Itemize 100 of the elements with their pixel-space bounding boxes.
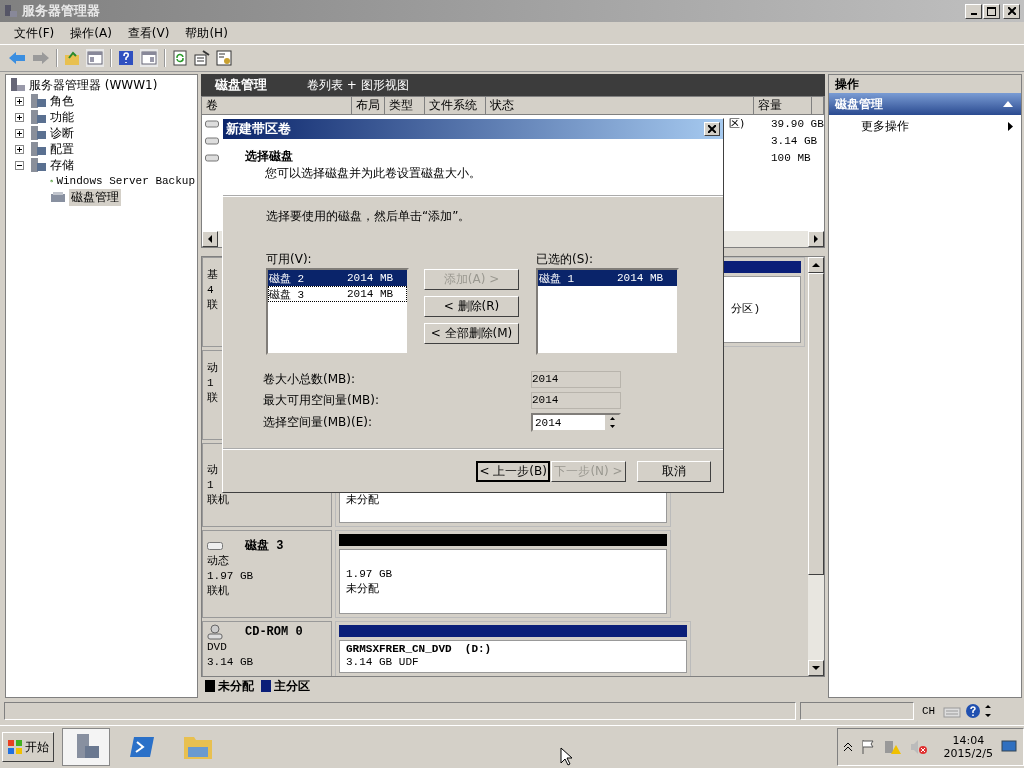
column-header[interactable]: 卷 <box>202 97 352 114</box>
column-header[interactable]: 状态 <box>486 97 754 114</box>
maximize-button[interactable] <box>983 3 1000 19</box>
table-cell: 39.90 GB <box>771 117 824 130</box>
menu-item[interactable]: 文件(F) <box>6 24 63 42</box>
expander-icon[interactable] <box>15 144 24 154</box>
tree-item[interactable]: 诊断 <box>50 124 74 142</box>
minimize-button[interactable] <box>965 3 982 19</box>
tree-item[interactable]: 角色 <box>50 92 74 110</box>
refresh-icon[interactable] <box>172 50 188 66</box>
drive-icon <box>205 118 219 129</box>
list-item[interactable]: 磁盘 3 2014 MB <box>268 286 407 302</box>
available-disk-list[interactable]: 磁盘 2 2014 MB 磁盘 3 2014 MB <box>266 268 409 355</box>
legend-label: 主分区 <box>274 677 310 695</box>
selected-disk-list[interactable]: 磁盘 1 2014 MB <box>536 268 679 355</box>
partition-title: GRMSXFRER_CN_DVD (D:) <box>346 643 493 655</box>
disk-info: 3.14 GB <box>207 655 254 670</box>
expander-icon[interactable] <box>15 128 24 138</box>
folder-icon <box>29 93 47 109</box>
list-label: 可用(V): <box>266 251 313 268</box>
readonly-field: 2014 <box>531 392 621 409</box>
server-manager-taskbar-button[interactable] <box>62 728 110 766</box>
section-title: 磁盘管理 <box>835 95 883 113</box>
disk-info: 4 <box>207 283 214 298</box>
show-hidden-icons-icon[interactable] <box>843 742 852 752</box>
menu-item[interactable]: 帮助(H) <box>177 24 236 42</box>
close-button[interactable] <box>704 122 720 136</box>
folder-up-icon[interactable] <box>64 50 80 66</box>
list-item[interactable]: 磁盘 2 2014 MB <box>268 270 407 286</box>
size-spinner[interactable]: 2014 <box>531 413 621 432</box>
close-icon <box>1007 7 1016 15</box>
terminal-icon <box>128 735 156 759</box>
disk-info: 联 <box>207 298 218 313</box>
show-desktop-icon[interactable] <box>1001 740 1017 754</box>
menu-item[interactable]: 操作(A) <box>62 24 120 42</box>
help-icon[interactable] <box>118 50 134 66</box>
page-heading: 选择磁盘 <box>245 148 294 165</box>
down-arrow-icon[interactable] <box>609 424 615 428</box>
column-header[interactable]: 布局 <box>352 97 385 114</box>
field-label: 选择空间量(MB)(E): <box>263 414 373 431</box>
column-header[interactable]: 文件系统 <box>425 97 486 114</box>
partition-block[interactable]: 1.97 GB 未分配 <box>335 530 671 618</box>
down-arrow-icon <box>812 665 820 671</box>
flag-icon[interactable] <box>859 739 876 755</box>
disk-info: 基 <box>207 268 218 283</box>
list-button[interactable]: < 删除(R) <box>424 296 519 317</box>
disk-info: 联机 <box>207 493 229 508</box>
tree-item[interactable]: 存储 <box>50 156 74 174</box>
column-header[interactable]: 容量 <box>754 97 812 114</box>
tree-item[interactable]: Windows Server Backup <box>56 175 195 187</box>
list-button[interactable]: < 全部删除(M) <box>424 323 519 344</box>
mouse-pointer-icon <box>560 747 572 766</box>
wizard-button[interactable]: 取消 <box>636 460 711 482</box>
actions-section[interactable]: 磁盘管理 <box>829 93 1021 115</box>
speaker-muted-icon[interactable] <box>909 739 928 755</box>
collapse-icon[interactable] <box>1003 101 1013 107</box>
pane-title: 磁盘管理 <box>215 76 267 94</box>
pane-icon[interactable] <box>86 49 104 67</box>
expander-icon[interactable] <box>15 96 24 106</box>
disk-info: 联机 <box>207 584 229 599</box>
folder-icon <box>29 109 47 125</box>
up-arrow-icon[interactable] <box>609 417 615 421</box>
clock[interactable]: 14:04 2015/2/5 <box>943 734 993 760</box>
tree-item[interactable]: 服务器管理器 (WWW1) <box>29 76 158 94</box>
properties-icon[interactable] <box>194 50 210 66</box>
options-icon[interactable] <box>985 704 992 718</box>
close-button[interactable] <box>1003 3 1020 19</box>
windows-logo-icon <box>7 739 23 755</box>
partition-block[interactable]: GRMSXFRER_CN_DVD (D:) 3.14 GB UDF <box>335 621 691 676</box>
left-arrow-icon <box>207 235 213 243</box>
disk-name: CD-ROM 0 <box>245 625 303 639</box>
partition-info: 分区) <box>731 302 760 317</box>
dialog-title: 新建带区卷 <box>226 120 291 138</box>
settings-icon[interactable] <box>216 50 232 66</box>
wizard-button[interactable]: < 上一步(B) <box>476 460 551 482</box>
language-indicator[interactable]: CH <box>918 705 940 717</box>
start-button[interactable]: 开始 <box>2 732 54 762</box>
tree-item[interactable]: 功能 <box>50 108 74 126</box>
expander-icon[interactable] <box>15 160 24 170</box>
disk-info: 联 <box>207 391 218 406</box>
disk-info: 1 <box>207 376 214 391</box>
tree-item[interactable]: 配置 <box>50 140 74 158</box>
field-label: 最大可用空间量(MB): <box>263 392 380 409</box>
list-item[interactable]: 磁盘 1 2014 MB <box>538 270 677 286</box>
column-header[interactable]: 类型 <box>385 97 425 114</box>
vertical-scrollbar[interactable] <box>808 257 824 676</box>
tree-item[interactable]: 磁盘管理 <box>69 188 121 206</box>
table-cell: 3.14 GB <box>771 134 818 147</box>
disk-name: 磁盘 3 <box>245 538 284 554</box>
disk-info: 动 <box>207 361 218 376</box>
folder-icon <box>29 125 47 141</box>
menu-item[interactable]: 查看(V) <box>119 24 178 42</box>
help-icon[interactable] <box>965 703 982 719</box>
server-icon <box>4 4 18 18</box>
folder-icon <box>29 157 47 173</box>
pane-icon[interactable] <box>140 49 158 67</box>
partition-info: 未分配 <box>346 581 380 597</box>
instruction-text: 选择要使用的磁盘，然后单击“添加”。 <box>266 208 472 225</box>
expander-icon[interactable] <box>15 112 24 122</box>
action-item[interactable]: 更多操作 <box>829 115 1021 135</box>
